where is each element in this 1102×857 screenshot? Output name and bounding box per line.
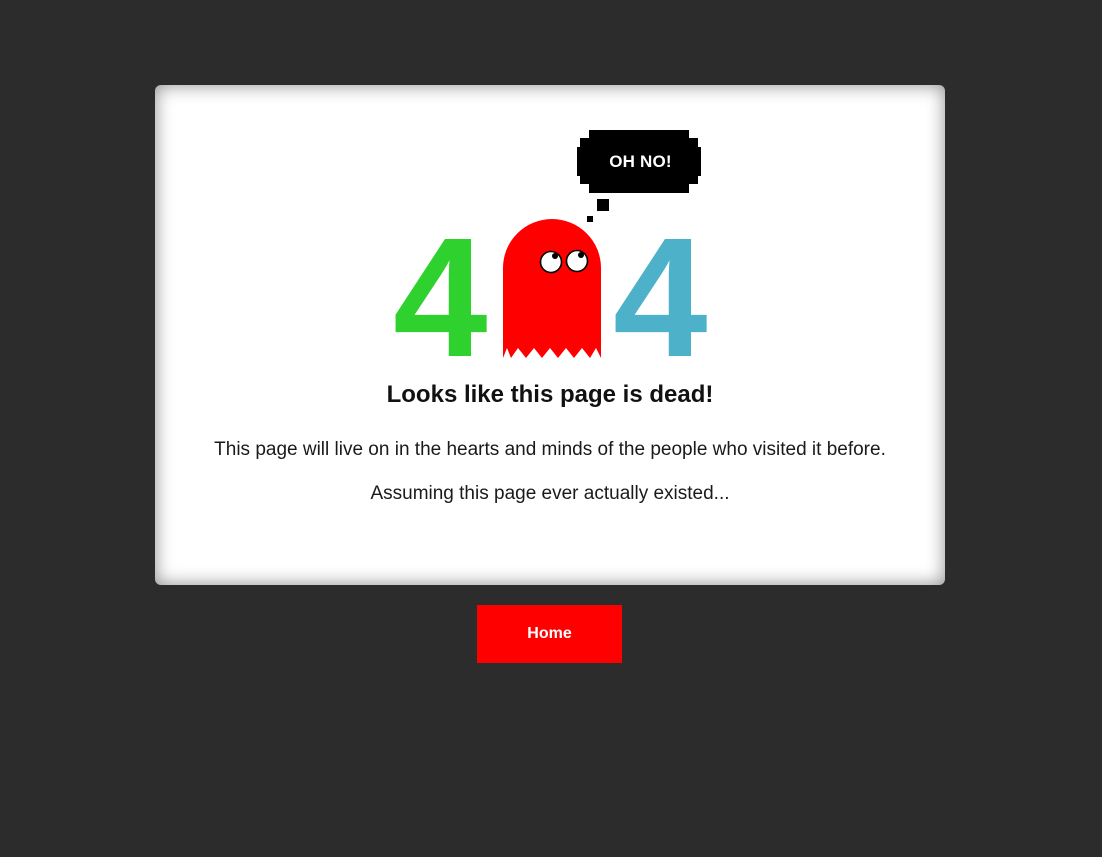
error-message: This page will live on in the hearts and… [214,439,886,460]
error-illustration: 4 OH NO! 4 [155,85,945,383]
home-button[interactable]: Home [477,605,622,663]
bubble-text: OH NO! [609,152,672,171]
ghost-icon [503,219,601,358]
error-submessage: Assuming this page ever actually existed… [370,483,730,504]
error-headline: Looks like this page is dead! [386,381,714,408]
error-card: 4 OH NO! 4 Looks like this page is dead!… [155,85,945,585]
error-digit-right: 4 [613,203,708,393]
error-digit-left: 4 [393,203,488,393]
